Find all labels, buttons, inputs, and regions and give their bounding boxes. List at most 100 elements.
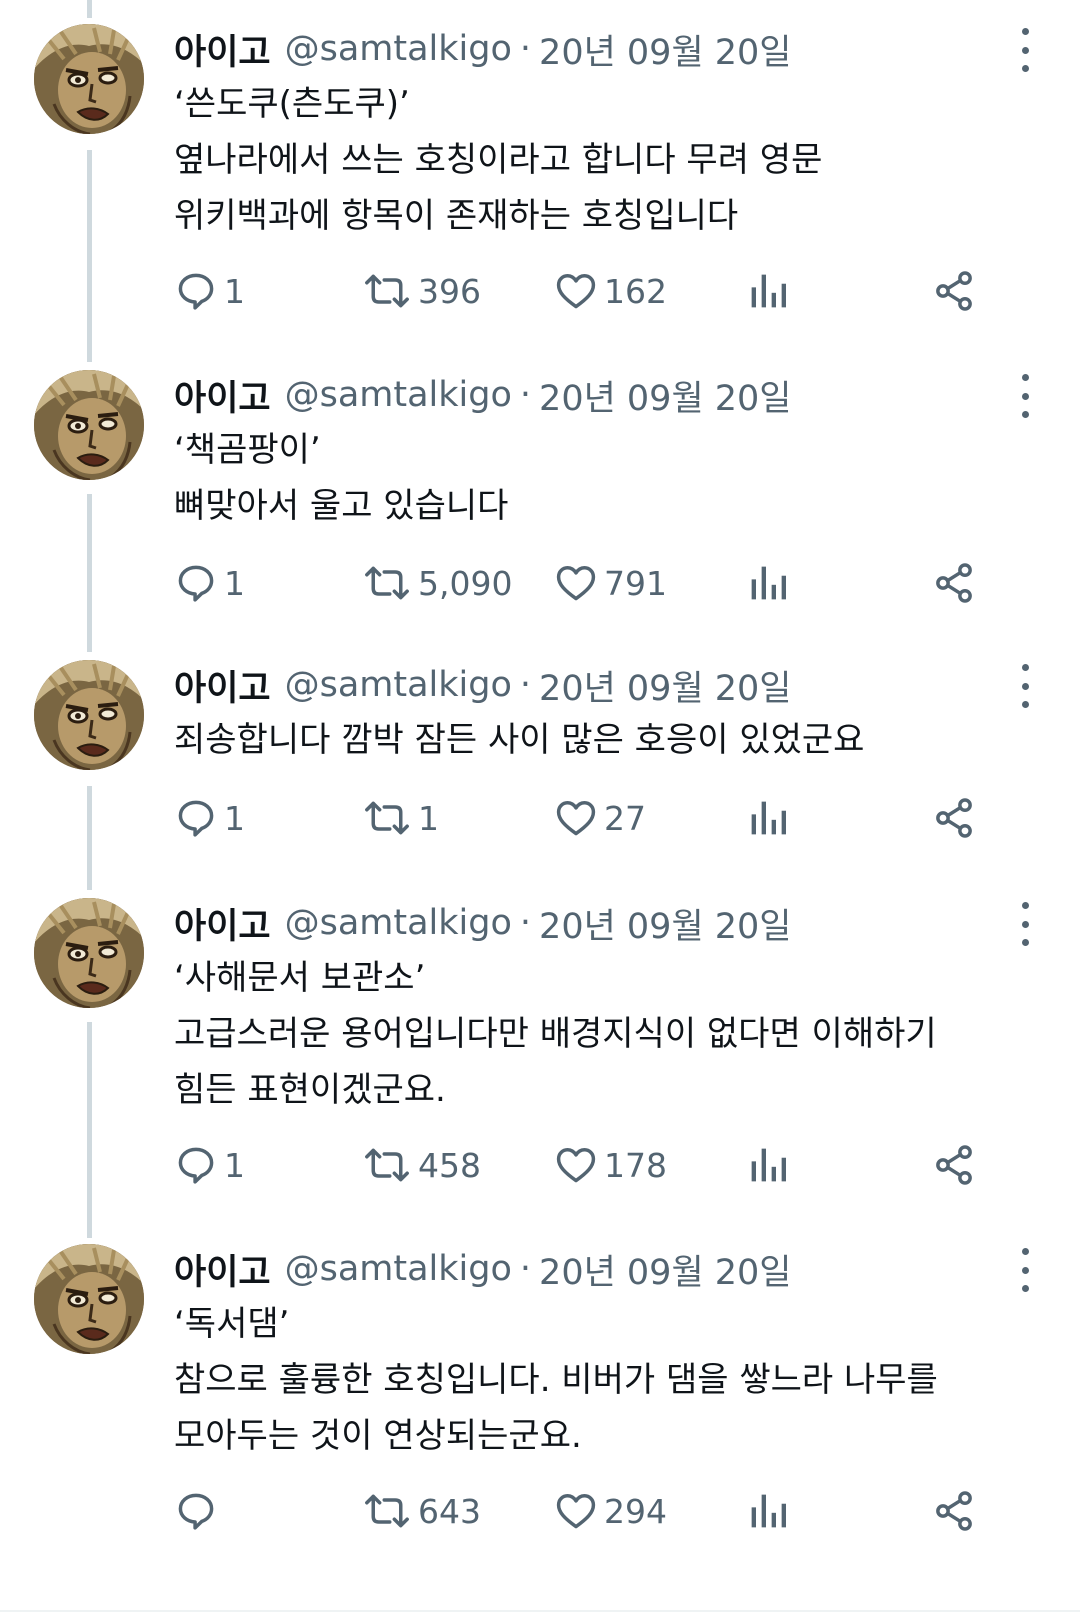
share-button[interactable]: [932, 1135, 976, 1195]
like-button[interactable]: 294: [554, 1481, 667, 1541]
reply-button[interactable]: [174, 1481, 224, 1541]
views-button[interactable]: [748, 1135, 788, 1195]
tweet-text-line: 고급스러운 용어입니다만 배경지식이 없다면 이해하기: [174, 1014, 937, 1054]
more-options-button[interactable]: [1010, 902, 1040, 946]
bar-chart-icon: [748, 1489, 788, 1533]
share-nodes-icon: [932, 561, 976, 605]
more-options-button[interactable]: [1010, 28, 1040, 72]
tweet-header: 아이고 @samtalkigo · 20년 09월 20일: [174, 370, 792, 420]
like-count: 27: [604, 798, 646, 838]
tweet-text-line: 참으로 훌륭한 호칭입니다. 비버가 댐을 쌓느라 나무를: [174, 1360, 938, 1400]
like-count: 162: [604, 271, 667, 311]
thread-connector-line: [87, 786, 92, 890]
retweet-count: 396: [418, 271, 481, 311]
avatar[interactable]: [34, 898, 144, 1008]
tweet-text: ‘사해문서 보관소’ 고급스러운 용어입니다만 배경지식이 없다면 이해하기 힘든 …: [174, 950, 937, 1118]
reply-button[interactable]: 1: [174, 261, 245, 321]
author-handle[interactable]: @samtalkigo: [285, 665, 512, 705]
retweet-button[interactable]: 643: [362, 1481, 481, 1541]
retweet-count: 5,090: [418, 563, 513, 603]
tweet-text: ‘쓴도쿠(츤도쿠)’ 옆나라에서 쓰는 호칭이라고 합니다 무려 영문 위키백과에 …: [174, 76, 822, 244]
separator-dot: ·: [519, 29, 532, 69]
heart-icon: [554, 269, 598, 313]
avatar[interactable]: [34, 660, 144, 770]
tweet-date[interactable]: 20년 09월 20일: [539, 660, 791, 711]
vertical-ellipsis-icon: [1021, 1248, 1029, 1292]
vertical-ellipsis-icon: [1021, 902, 1029, 946]
thread-connector-line: [87, 150, 92, 362]
like-button[interactable]: 27: [554, 788, 646, 848]
avatar[interactable]: [34, 370, 144, 480]
separator-dot: ·: [519, 375, 532, 415]
retweet-count: 643: [418, 1491, 481, 1531]
like-count: 178: [604, 1145, 667, 1185]
tweet-date[interactable]: 20년 09월 20일: [539, 370, 791, 421]
heart-icon: [554, 796, 598, 840]
more-options-button[interactable]: [1010, 374, 1040, 418]
more-options-button[interactable]: [1010, 664, 1040, 708]
tweet-text-line: 뼈맞아서 울고 있습니다: [174, 486, 509, 526]
author-handle[interactable]: @samtalkigo: [285, 375, 512, 415]
views-button[interactable]: [748, 788, 788, 848]
speech-bubble-icon: [174, 269, 218, 313]
reply-button[interactable]: 1: [174, 1135, 245, 1195]
heart-icon: [554, 1143, 598, 1187]
like-button[interactable]: 791: [554, 553, 667, 613]
speech-bubble-icon: [174, 561, 218, 605]
tweet-header: 아이고 @samtalkigo · 20년 09월 20일: [174, 24, 792, 74]
vertical-ellipsis-icon: [1021, 28, 1029, 72]
retweet-arrows-icon: [362, 561, 412, 605]
reply-count: 1: [224, 563, 245, 603]
reply-count: 1: [224, 798, 245, 838]
thread-connector-line: [87, 494, 92, 652]
speech-bubble-icon: [174, 796, 218, 840]
speech-bubble-icon: [174, 1143, 218, 1187]
share-button[interactable]: [932, 1481, 976, 1541]
reply-count: 1: [224, 1145, 245, 1185]
views-button[interactable]: [748, 553, 788, 613]
tweet-date[interactable]: 20년 09월 20일: [539, 24, 791, 75]
speech-bubble-icon: [174, 1489, 218, 1533]
tweet-actions: 643 294: [174, 1481, 1034, 1541]
share-button[interactable]: [932, 553, 976, 613]
views-button[interactable]: [748, 261, 788, 321]
reply-button[interactable]: 1: [174, 788, 245, 848]
share-nodes-icon: [932, 1143, 976, 1187]
avatar[interactable]: [34, 1244, 144, 1354]
author-handle[interactable]: @samtalkigo: [285, 1249, 512, 1289]
tweet-actions: 1 1 27: [174, 788, 1034, 848]
author-name[interactable]: 아이고: [174, 898, 271, 949]
tweet-text-line: ‘책곰팡이’: [174, 430, 321, 470]
heart-icon: [554, 1489, 598, 1533]
like-button[interactable]: 162: [554, 261, 667, 321]
thread-connector-line: [87, 1022, 92, 1238]
author-name[interactable]: 아이고: [174, 370, 271, 421]
tweet-text-line: ‘독서댐’: [174, 1304, 290, 1344]
more-options-button[interactable]: [1010, 1248, 1040, 1292]
views-button[interactable]: [748, 1481, 788, 1541]
tweet-date[interactable]: 20년 09월 20일: [539, 1244, 791, 1295]
tweet-text-line: 모아두는 것이 연상되는군요.: [174, 1416, 582, 1456]
bar-chart-icon: [748, 269, 788, 313]
bar-chart-icon: [748, 561, 788, 605]
like-button[interactable]: 178: [554, 1135, 667, 1195]
author-handle[interactable]: @samtalkigo: [285, 29, 512, 69]
avatar[interactable]: [34, 24, 144, 134]
retweet-count: 458: [418, 1145, 481, 1185]
share-button[interactable]: [932, 788, 976, 848]
author-name[interactable]: 아이고: [174, 660, 271, 711]
share-button[interactable]: [932, 261, 976, 321]
retweet-button[interactable]: 396: [362, 261, 481, 321]
retweet-button[interactable]: 1: [362, 788, 439, 848]
author-name[interactable]: 아이고: [174, 24, 271, 75]
reply-button[interactable]: 1: [174, 553, 245, 613]
tweet-text: 죄송합니다 깜박 잠든 사이 많은 호응이 있었군요: [174, 712, 864, 768]
author-name[interactable]: 아이고: [174, 1244, 271, 1295]
retweet-button[interactable]: 5,090: [362, 553, 512, 613]
tweet-date[interactable]: 20년 09월 20일: [539, 898, 791, 949]
retweet-button[interactable]: 458: [362, 1135, 481, 1195]
reply-count: 1: [224, 271, 245, 311]
author-handle[interactable]: @samtalkigo: [285, 903, 512, 943]
share-nodes-icon: [932, 796, 976, 840]
tweet-actions: 1 396 162: [174, 261, 1034, 321]
